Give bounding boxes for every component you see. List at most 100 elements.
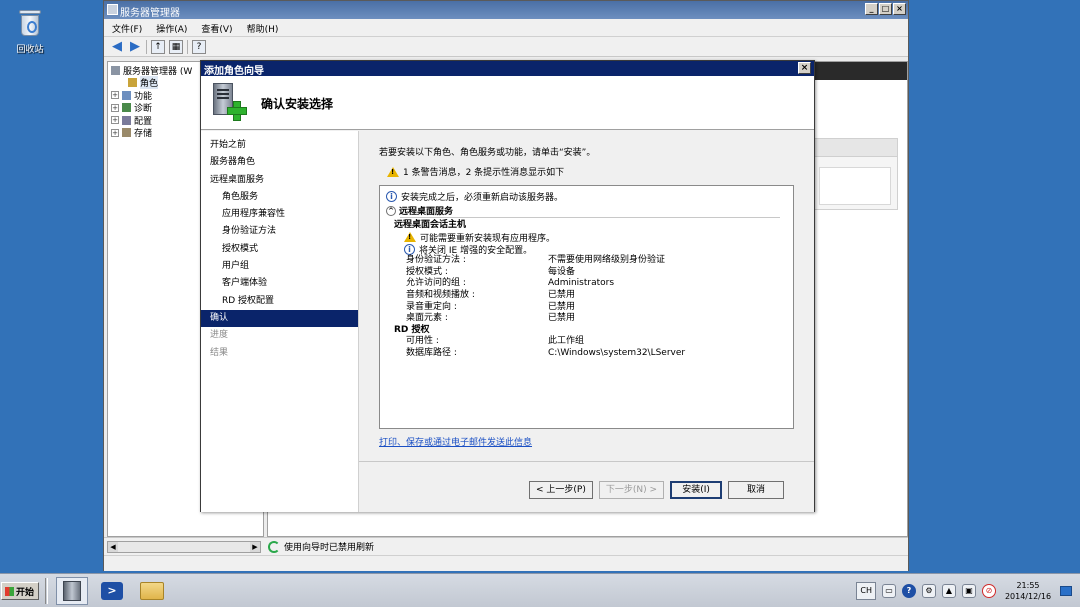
settings-icon[interactable]: ⚙ <box>922 584 936 598</box>
menu-action[interactable]: 操作(A) <box>156 22 187 36</box>
prop-row: 数据库路径 : C:\Windows\system32\LServer <box>406 347 686 358</box>
toolbar: ◀ ▶ ↑ ▦ ? <box>104 37 908 57</box>
recycle-bin-icon <box>17 6 43 38</box>
step-client-experience[interactable]: 客户端体验 <box>201 275 358 292</box>
roles-icon <box>128 78 137 88</box>
status-bar <box>104 555 908 571</box>
step-licensing-mode[interactable]: 授权模式 <box>201 241 358 258</box>
restart-notice: i 安装完成之后，必须重新启动该服务器。 <box>386 190 787 203</box>
clock-date: 2014/12/16 <box>1004 592 1052 601</box>
expand-icon[interactable]: + <box>111 128 119 137</box>
next-button[interactable]: 下一步(N) > <box>598 481 665 499</box>
step-remote-desktop-services[interactable]: 远程桌面服务 <box>201 172 358 189</box>
wizard-close-button[interactable]: × <box>798 62 811 74</box>
action-center-icon[interactable]: ⊘ <box>982 584 996 598</box>
step-confirmation[interactable]: 确认 <box>201 309 358 328</box>
taskbar-explorer[interactable] <box>136 577 168 605</box>
step-results: 结果 <box>210 347 229 358</box>
step-before-you-begin[interactable]: 开始之前 <box>201 137 358 154</box>
menu-help[interactable]: 帮助(H) <box>247 22 279 36</box>
details-section-panel <box>812 138 898 210</box>
reinstall-warning: 可能需要重新安装现有应用程序。 <box>386 231 787 244</box>
prop-row: 桌面元素 : 已禁用 <box>406 313 576 324</box>
refresh-status: 使用向导时已禁用刷新 <box>268 540 374 553</box>
confirmation-details[interactable]: i 安装完成之后，必须重新启动该服务器。 ^ 远程桌面服务 远程桌面会话主机 可… <box>379 185 794 429</box>
recycle-bin-label: 回收站 <box>16 45 44 55</box>
clock-time: 21:55 <box>1016 581 1040 590</box>
wizard-page-title: 确认安装选择 <box>261 97 334 111</box>
info-icon: i <box>386 190 397 202</box>
step-user-groups[interactable]: 用户组 <box>201 258 358 275</box>
message-summary: 1 条警告消息，2 条提示性消息显示如下 <box>387 165 564 178</box>
session-host-title: 远程桌面会话主机 <box>394 220 467 230</box>
diagnostics-icon <box>122 103 131 113</box>
minimize-button[interactable]: _ <box>865 3 878 15</box>
prop-row: 可用性 : 此工作组 <box>406 336 585 347</box>
server-manager-icon <box>107 4 118 15</box>
horizontal-scrollbar[interactable]: ◀ ▶ <box>107 541 261 553</box>
show-desktop-button[interactable] <box>1060 586 1072 596</box>
warning-icon <box>387 166 399 177</box>
message-summary-text: 1 条警告消息，2 条提示性消息显示如下 <box>403 168 565 178</box>
step-server-roles[interactable]: 服务器角色 <box>201 154 358 171</box>
taskbar: 开始 > CH ▭ ? ⚙ ▲ ▣ ⊘ 21:55 2014/12/16 <box>0 573 1080 607</box>
keyboard-icon[interactable]: ▭ <box>882 584 896 598</box>
cancel-button[interactable]: 取消 <box>728 481 785 499</box>
wizard-title-bar[interactable]: 添加角色向导 × <box>201 61 814 77</box>
taskbar-powershell[interactable]: > <box>96 577 128 605</box>
install-button[interactable]: 安装(I) <box>670 481 723 499</box>
step-progress: 进度 <box>210 330 229 341</box>
refresh-status-text: 使用向导时已禁用刷新 <box>284 543 375 553</box>
wizard-header: 确认安装选择 <box>201 76 814 130</box>
info-icon: i <box>404 243 415 255</box>
up-folder-icon[interactable]: ↑ <box>151 39 165 54</box>
clock[interactable]: 21:55 2014/12/16 <box>1002 580 1054 602</box>
server-manager-title-bar[interactable]: 服务器管理器 _ □ × <box>104 1 908 19</box>
start-button[interactable]: 开始 <box>1 582 39 600</box>
expand-icon[interactable]: + <box>111 91 119 100</box>
back-arrow-icon[interactable]: ◀ <box>110 40 124 53</box>
scroll-right-icon[interactable]: ▶ <box>250 542 260 552</box>
print-save-email-link[interactable]: 打印、保存或通过电子邮件发送此信息 <box>379 435 532 448</box>
features-icon <box>122 90 131 100</box>
add-roles-wizard: 添加角色向导 × 确认安装选择 开始之前 服务器角色 远程桌面服务 角色服务 应… <box>200 60 815 512</box>
recycle-bin-shortcut[interactable]: 回收站 <box>8 6 52 55</box>
close-button[interactable]: × <box>893 3 906 15</box>
prop-row: 身份验证方法 : 不需要使用网络级别身份验证 <box>406 255 666 265</box>
step-app-compatibility[interactable]: 应用程序兼容性 <box>201 206 358 223</box>
menu-bar: 文件(F) 操作(A) 查看(V) 帮助(H) <box>104 19 908 37</box>
server-manager-title: 服务器管理器 <box>120 8 180 19</box>
warning-icon <box>404 232 416 242</box>
configuration-icon <box>122 115 131 125</box>
wizard-content: 若要安装以下角色、角色服务或功能，请单击“安装”。 1 条警告消息，2 条提示性… <box>359 131 814 512</box>
menu-file[interactable]: 文件(F) <box>112 22 142 36</box>
ie-esc-info: i 将关闭 IE 增强的安全配置。 <box>386 243 787 256</box>
step-role-services[interactable]: 角色服务 <box>201 189 358 206</box>
refresh-icon <box>268 540 280 553</box>
maximize-button[interactable]: □ <box>879 3 892 15</box>
step-authentication-method[interactable]: 身份验证方法 <box>201 223 358 240</box>
prop-row: 授权模式 : 每设备 <box>406 266 576 277</box>
storage-icon <box>122 128 131 138</box>
section-remote-desktop-services[interactable]: ^ 远程桌面服务 <box>386 204 787 217</box>
expand-icon[interactable]: + <box>111 116 119 125</box>
powershell-icon: > <box>101 582 123 600</box>
server-icon <box>111 65 120 75</box>
language-indicator[interactable]: CH <box>856 582 876 600</box>
expand-icon[interactable]: + <box>111 103 119 112</box>
back-button[interactable]: < 上一步(P) <box>529 481 593 499</box>
step-rd-licensing-config[interactable]: RD 授权配置 <box>201 293 358 310</box>
prop-row: 音频和视频播放 : 已禁用 <box>406 290 576 301</box>
show-hide-tree-icon[interactable]: ▦ <box>169 39 183 54</box>
help-icon[interactable]: ? <box>192 39 206 54</box>
taskbar-server-manager[interactable] <box>56 577 88 605</box>
collapse-icon[interactable]: ^ <box>386 205 396 216</box>
prop-row: 允许访问的组 : Administrators <box>406 278 615 289</box>
help-icon[interactable]: ? <box>902 584 916 598</box>
folder-icon <box>140 582 164 600</box>
forward-arrow-icon[interactable]: ▶ <box>128 40 142 53</box>
show-hidden-icons[interactable]: ▲ <box>942 584 956 598</box>
scroll-left-icon[interactable]: ◀ <box>108 542 118 552</box>
network-icon[interactable]: ▣ <box>962 584 976 598</box>
menu-view[interactable]: 查看(V) <box>201 22 232 36</box>
